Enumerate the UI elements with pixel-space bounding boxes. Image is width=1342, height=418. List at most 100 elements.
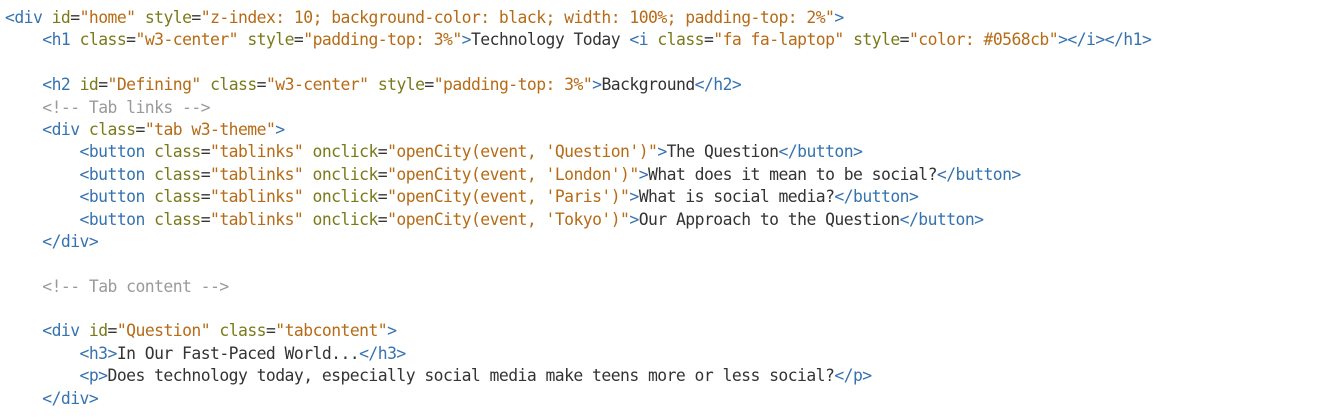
attribute-token: onclick <box>312 209 379 229</box>
operator-token: = <box>135 119 145 139</box>
attribute-token: style <box>377 75 425 95</box>
tag-token: > <box>461 30 472 50</box>
attribute-token: class <box>154 164 201 184</box>
text-token: In Our Fast-Paced World... <box>116 343 360 363</box>
code-line: <div id="Question" class="tabcontent"> <box>0 320 1342 342</box>
tag-token: > <box>629 209 639 229</box>
string-token: "openCity(event, 'Question')" <box>387 142 658 162</box>
tag-token: <button <box>79 187 146 207</box>
string-token: "tablinks" <box>210 164 304 184</box>
text-token: Our Approach to the Question <box>638 209 900 229</box>
string-token: "openCity(event, 'Paris')" <box>387 187 630 207</box>
text-token: Background <box>601 75 695 95</box>
code-editor[interactable]: <div id="home" style="z-index: 10; backg… <box>0 0 1342 418</box>
tag-token: <i <box>629 30 649 50</box>
attribute-token: class <box>210 75 257 95</box>
string-token: "tablinks" <box>210 187 304 207</box>
tag-token: ></i></h1> <box>1058 30 1152 50</box>
operator-token: = <box>126 30 136 50</box>
attribute-token: class <box>88 119 136 139</box>
string-token: "tablinks" <box>210 209 304 229</box>
comment-token: <!-- Tab content --> <box>42 276 229 296</box>
tag-token: <h3> <box>79 343 118 363</box>
operator-token: = <box>377 142 388 162</box>
operator-token: = <box>377 164 388 184</box>
attribute-token: class <box>657 30 704 50</box>
attribute-token: style <box>247 30 294 50</box>
string-token: "Question" <box>116 321 211 341</box>
operator-token: = <box>703 30 714 50</box>
text-token: What does it mean to be social? <box>648 164 937 184</box>
tag-token: > <box>629 187 639 207</box>
operator-token: = <box>98 75 108 95</box>
tag-token: > <box>638 164 649 184</box>
tag-token: <button <box>79 142 146 162</box>
code-line: <h2 id="Defining" class="w3-center" styl… <box>0 74 1342 96</box>
operator-token: = <box>424 75 434 95</box>
tag-token: > <box>275 119 285 139</box>
operator-token: = <box>377 187 388 207</box>
tag-token: </button> <box>778 142 863 162</box>
attribute-token: style <box>144 8 192 27</box>
code-line: <!-- Tab content --> <box>0 276 1342 298</box>
tag-token: <div <box>42 119 80 139</box>
code-line: <!-- Tab links --> <box>0 97 1342 119</box>
tag-token: </button> <box>936 164 1021 184</box>
attribute-token: class <box>154 187 201 207</box>
operator-token: = <box>107 321 118 341</box>
tag-token: > <box>657 142 667 162</box>
string-token: "fa fa-laptop" <box>713 30 844 50</box>
string-token: "Defining" <box>107 75 202 95</box>
string-token: "home" <box>79 8 136 27</box>
attribute-token: id <box>51 8 71 27</box>
attribute-token: id <box>88 321 108 341</box>
attribute-token: class <box>154 142 201 162</box>
comment-token: <!-- Tab links --> <box>42 97 211 117</box>
tag-token: </h2> <box>694 75 742 95</box>
attribute-token: onclick <box>312 164 379 184</box>
tag-token: > <box>834 8 844 27</box>
tag-token: </h3> <box>359 343 406 363</box>
attribute-token: class <box>79 30 127 50</box>
operator-token: = <box>265 321 276 341</box>
tag-token: <button <box>79 209 146 229</box>
attribute-token: id <box>79 75 99 95</box>
code-line: </div> <box>0 388 1342 410</box>
string-token: "w3-center" <box>265 75 369 95</box>
attribute-token: onclick <box>312 142 379 162</box>
text-token: Technology Today <box>470 30 630 50</box>
string-token: "w3-center" <box>135 30 239 50</box>
string-token: "tabcontent" <box>275 321 388 341</box>
operator-token: = <box>200 142 211 162</box>
text-token: What is social media? <box>638 187 835 207</box>
tag-token: > <box>387 321 397 341</box>
tag-token: </button> <box>899 209 984 229</box>
